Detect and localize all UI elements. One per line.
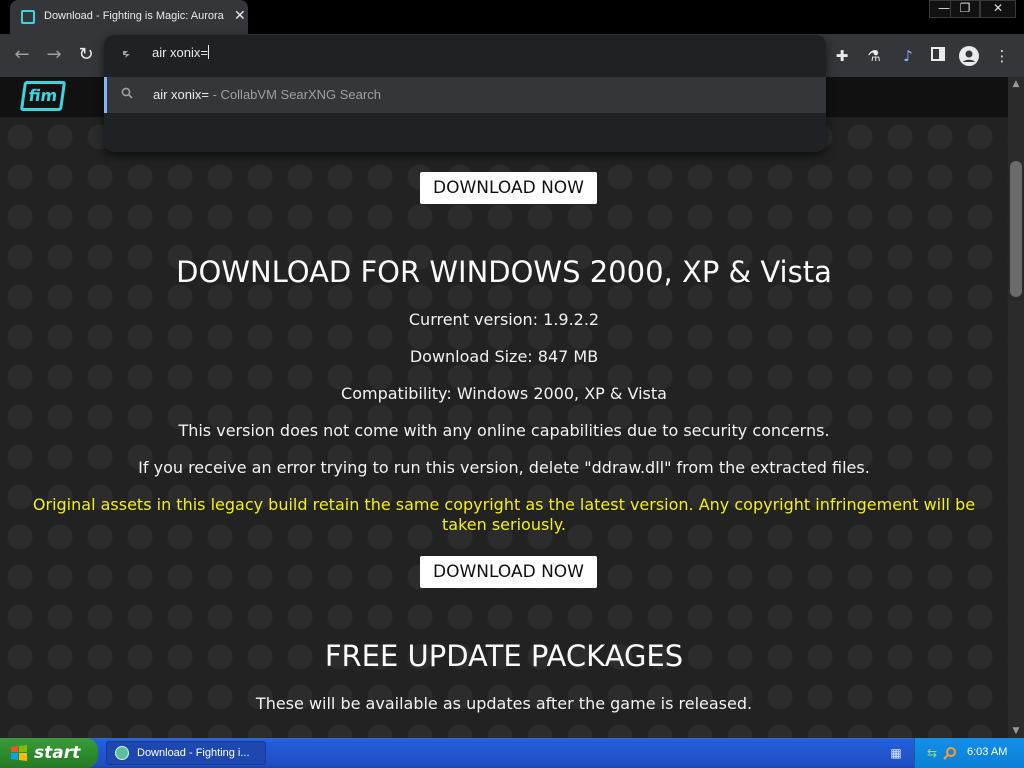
start-label: start: [34, 743, 81, 763]
compatibility-text: Compatibility: Windows 2000, XP & Vista: [341, 384, 667, 403]
labs-flask-icon[interactable]: ⚗: [864, 46, 884, 66]
network-icon[interactable]: ⇆: [925, 746, 939, 760]
address-input[interactable]: air xonix=: [152, 45, 209, 60]
browser-app-icon: [115, 746, 129, 760]
scrollbar-thumb[interactable]: [1010, 161, 1022, 297]
back-icon[interactable]: ←: [10, 44, 34, 68]
download-size-text: Download Size: 847 MB: [409, 347, 599, 366]
download-now-button[interactable]: DOWNLOAD NOW: [420, 172, 597, 204]
scroll-down-arrow-icon[interactable]: ▼: [1008, 724, 1024, 738]
side-panel-icon[interactable]: [928, 46, 948, 66]
legacy-download-heading: DOWNLOAD FOR WINDOWS 2000, XP & Vista: [176, 255, 832, 289]
browser-tab[interactable]: Download - Fighting is Magic: Aurora ✕: [10, 0, 248, 34]
update-packages-notice: These will be available as updates after…: [255, 694, 753, 713]
site-favicon-icon: [21, 10, 35, 24]
window-close-button[interactable]: ✕: [980, 0, 1016, 18]
keyboard-icon[interactable]: ▦: [889, 746, 903, 760]
media-control-icon[interactable]: ♪: [898, 46, 918, 66]
windows-flag-icon: [11, 745, 27, 761]
system-clock: 6:03 AM: [967, 746, 1008, 758]
reload-icon[interactable]: ↻: [74, 44, 98, 68]
web-page: fim (Requires .NET Framework 4.8 & Visua…: [0, 77, 1008, 738]
browser-tab-strip: Download - Fighting is Magic: Aurora ✕ —…: [0, 0, 1024, 34]
window-restore-button[interactable]: ❐: [950, 0, 980, 18]
forward-icon[interactable]: →: [42, 44, 66, 68]
extensions-icon[interactable]: ✚: [832, 46, 852, 66]
copyright-warning: Original assets in this legacy build ret…: [32, 495, 976, 534]
ddraw-notice: If you receive an error trying to run th…: [138, 458, 870, 477]
system-tray: ▦ ⇆ 6:03 AM: [890, 738, 1024, 768]
suggestion-description: - CollabVM SearXNG Search: [209, 87, 381, 102]
update-packages-heading: FREE UPDATE PACKAGES: [324, 639, 684, 673]
site-logo[interactable]: fim: [19, 81, 67, 111]
address-bar-dropdown: air xonix= air xonix= - CollabVM SearXNG…: [104, 35, 826, 152]
omnibox-suggestion[interactable]: air xonix= - CollabVM SearXNG Search: [104, 77, 826, 113]
tab-title: Download - Fighting is Magic: Aurora: [44, 10, 224, 22]
suggestion-text: air xonix= - CollabVM SearXNG Search: [153, 87, 381, 102]
search-tray-icon[interactable]: [943, 746, 957, 760]
text-caret: [208, 45, 209, 59]
tab-close-icon[interactable]: ✕: [234, 8, 246, 24]
page-scrollbar[interactable]: ▲ ▼: [1008, 77, 1024, 738]
start-button[interactable]: start: [0, 738, 98, 768]
taskbar-window-button[interactable]: Download - Fighting i...: [106, 741, 266, 765]
site-info-icon[interactable]: [120, 47, 134, 61]
online-capabilities-notice: This version does not come with any onli…: [178, 421, 830, 440]
browser-toolbar: ← → ↻ air xonix= air xonix= - CollabVM S…: [0, 34, 1024, 152]
profile-avatar-icon[interactable]: [959, 46, 979, 66]
menu-kebab-icon[interactable]: ⋮: [992, 46, 1012, 66]
search-icon: [121, 87, 133, 103]
scroll-up-arrow-icon[interactable]: ▲: [1008, 77, 1024, 91]
address-input-value: air xonix=: [152, 45, 208, 60]
current-version-text: Current version: 1.9.2.2: [408, 310, 600, 329]
legacy-download-now-button[interactable]: DOWNLOAD NOW: [420, 556, 597, 588]
windows-taskbar: start Download - Fighting i... ▦ ⇆ 6:03 …: [0, 738, 1024, 768]
taskbar-window-title: Download - Fighting i...: [137, 747, 250, 759]
suggestion-query: air xonix=: [153, 87, 209, 102]
